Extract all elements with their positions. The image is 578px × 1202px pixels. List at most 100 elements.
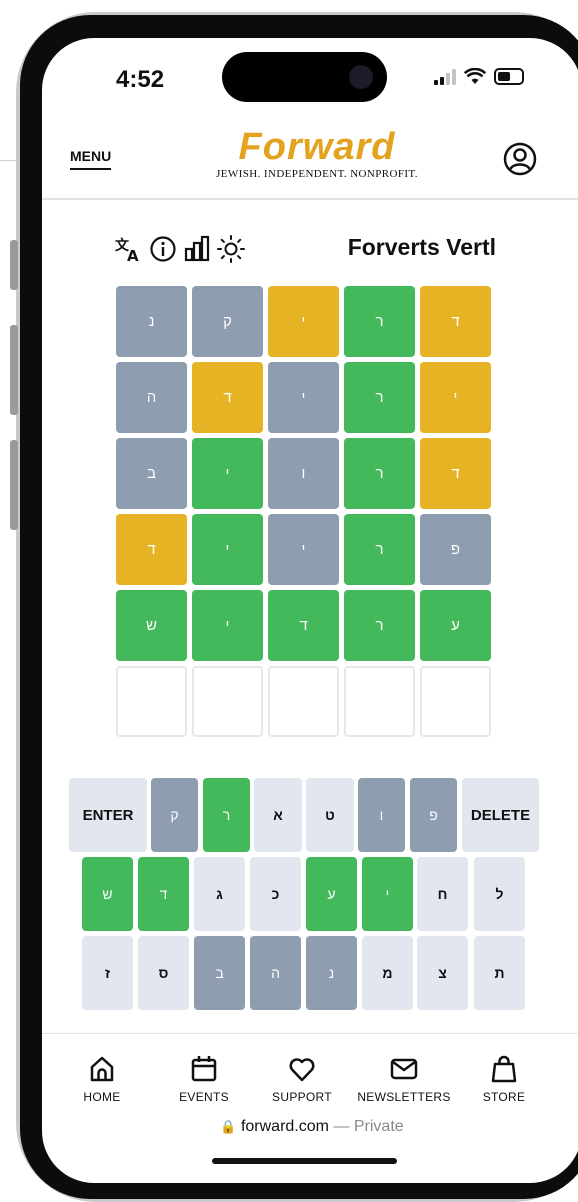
board-tile: נ — [116, 286, 187, 357]
phone-screen: 4:52 MENU Forward JEWISH. INDEPENDENT. N… — [42, 38, 578, 1183]
translate-icon[interactable]: 文 A — [114, 234, 144, 264]
letter-key[interactable]: נ — [306, 936, 357, 1010]
nav-newsletters[interactable]: NEWSLETTERS — [354, 1054, 454, 1104]
board-tile: י — [268, 362, 339, 433]
letter-key[interactable]: ת — [474, 936, 525, 1010]
letter-key[interactable]: ש — [82, 857, 133, 931]
nav-label: STORE — [482, 1090, 526, 1104]
board-tile: ר — [344, 362, 415, 433]
private-mode-label: Private — [353, 1118, 404, 1135]
board-tile: ד — [420, 438, 491, 509]
tagline: JEWISH. INDEPENDENT. NONPROFIT. — [216, 168, 418, 180]
board-tile — [420, 666, 491, 737]
letter-key[interactable]: ע — [306, 857, 357, 931]
home-icon — [90, 1056, 114, 1082]
board-tile: ר — [344, 590, 415, 661]
board-tile: ו — [268, 438, 339, 509]
side-button — [10, 440, 18, 530]
nav-label: EVENTS — [179, 1090, 229, 1104]
url-separator: — — [328, 1118, 354, 1135]
letter-key[interactable]: ק — [151, 778, 198, 852]
letter-key[interactable]: פ — [410, 778, 457, 852]
letter-key[interactable]: ס — [138, 936, 189, 1010]
brand[interactable]: Forward JEWISH. INDEPENDENT. NONPROFIT. — [202, 126, 432, 180]
info-icon[interactable] — [148, 234, 178, 264]
board-tile — [268, 666, 339, 737]
board-tile: ד — [420, 286, 491, 357]
board-tile — [344, 666, 415, 737]
letter-key[interactable]: י — [362, 857, 413, 931]
letter-key[interactable]: ד — [138, 857, 189, 931]
wifi-icon — [464, 68, 486, 84]
board-tile: ע — [420, 590, 491, 661]
board-tile: י — [268, 514, 339, 585]
letter-key[interactable]: ה — [250, 936, 301, 1010]
side-button — [10, 325, 18, 415]
heart-icon — [289, 1058, 315, 1082]
letter-key[interactable]: א — [254, 778, 302, 852]
url-domain: forward.com — [240, 1118, 329, 1135]
status-icons — [434, 68, 524, 85]
letter-key[interactable]: כ — [250, 857, 301, 931]
letter-key[interactable]: ג — [194, 857, 245, 931]
board-tile: ד — [116, 514, 187, 585]
board-tile: י — [192, 438, 263, 509]
board-tile: י — [192, 590, 263, 661]
nav-label: NEWSLETTERS — [357, 1090, 451, 1104]
theme-icon[interactable] — [216, 234, 246, 264]
nav-label: HOME — [83, 1090, 121, 1104]
board-tile: י — [192, 514, 263, 585]
board-tile — [116, 666, 187, 737]
mail-icon — [390, 1058, 418, 1080]
letter-key[interactable]: ל — [474, 857, 525, 931]
battery-icon — [494, 68, 524, 85]
letter-key[interactable]: ר — [203, 778, 250, 852]
board-tile: י — [268, 286, 339, 357]
board-tile — [192, 666, 263, 737]
game-toolbar: 文 A Forverts Vertl — [42, 234, 578, 274]
letter-key[interactable]: ו — [358, 778, 405, 852]
letter-key[interactable]: ט — [306, 778, 354, 852]
letter-key[interactable]: ח — [417, 857, 468, 931]
home-indicator — [212, 1158, 397, 1164]
stats-icon[interactable] — [182, 234, 212, 264]
board-tile: ר — [344, 438, 415, 509]
board-tile: ה — [116, 362, 187, 433]
side-button — [10, 240, 18, 290]
signal-icon — [434, 68, 456, 85]
lock-icon: 🔒 — [220, 1119, 237, 1134]
svg-text:A: A — [127, 247, 139, 264]
nav-support[interactable]: SUPPORT — [252, 1054, 352, 1104]
board-tile: פ — [420, 514, 491, 585]
board-tile: י — [420, 362, 491, 433]
board-tile: ר — [344, 286, 415, 357]
dynamic-island — [222, 52, 387, 102]
game-title: Forverts Vertl — [347, 234, 496, 260]
site-header: MENU Forward JEWISH. INDEPENDENT. NONPRO… — [42, 118, 578, 200]
shopping-bag-icon — [491, 1055, 517, 1083]
enter-key[interactable]: ENTER — [69, 778, 147, 852]
letter-key[interactable]: צ — [417, 936, 468, 1010]
letter-key[interactable]: ז — [82, 936, 133, 1010]
nav-store[interactable]: STORE — [454, 1054, 554, 1104]
board-tile: ד — [192, 362, 263, 433]
status-time: 4:52 — [116, 66, 165, 93]
nav-label: SUPPORT — [272, 1090, 332, 1104]
forward-logo[interactable]: Forward — [202, 126, 432, 168]
camera-icon — [349, 65, 373, 89]
letter-key[interactable]: ב — [194, 936, 245, 1010]
account-icon[interactable] — [503, 142, 537, 176]
browser-url-bar[interactable]: 🔒 forward.com — Private — [42, 1118, 578, 1136]
board-tile: ק — [192, 286, 263, 357]
letter-key[interactable]: מ — [362, 936, 413, 1010]
nav-events[interactable]: EVENTS — [154, 1054, 254, 1104]
board-tile: ד — [268, 590, 339, 661]
delete-key[interactable]: DELETE — [462, 778, 539, 852]
board-tile: ר — [344, 514, 415, 585]
board-tile: ש — [116, 590, 187, 661]
board-tile: ב — [116, 438, 187, 509]
calendar-icon — [191, 1056, 217, 1082]
bottom-nav: HOME EVENTS SUPPORT NEWSLETTERS STORE — [42, 1033, 578, 1114]
nav-home[interactable]: HOME — [52, 1054, 152, 1104]
menu-button[interactable]: MENU — [70, 148, 112, 170]
